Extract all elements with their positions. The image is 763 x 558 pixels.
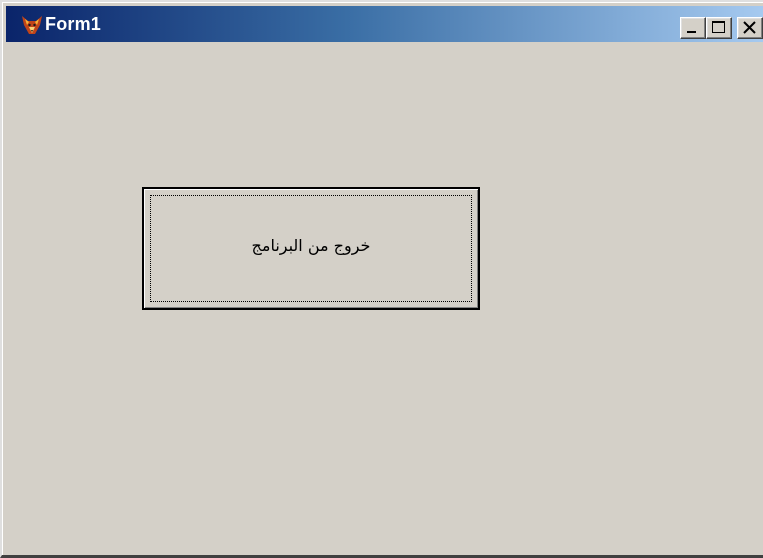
fox-app-icon[interactable] (21, 14, 43, 36)
form1-window: Form1 خروج من البرنامج (0, 0, 763, 558)
minimize-button[interactable] (680, 17, 706, 39)
title-bar[interactable]: Form1 (6, 6, 763, 42)
exit-program-button[interactable]: خروج من البرنامج (142, 187, 480, 310)
maximize-button[interactable] (706, 17, 732, 39)
maximize-icon (712, 21, 725, 33)
form-client-area: خروج من البرنامج (6, 42, 763, 555)
minimize-icon (687, 31, 696, 33)
close-icon (743, 21, 756, 34)
exit-button-label: خروج من البرنامج (251, 236, 371, 255)
window-title: Form1 (45, 14, 102, 34)
close-button[interactable] (737, 17, 763, 39)
